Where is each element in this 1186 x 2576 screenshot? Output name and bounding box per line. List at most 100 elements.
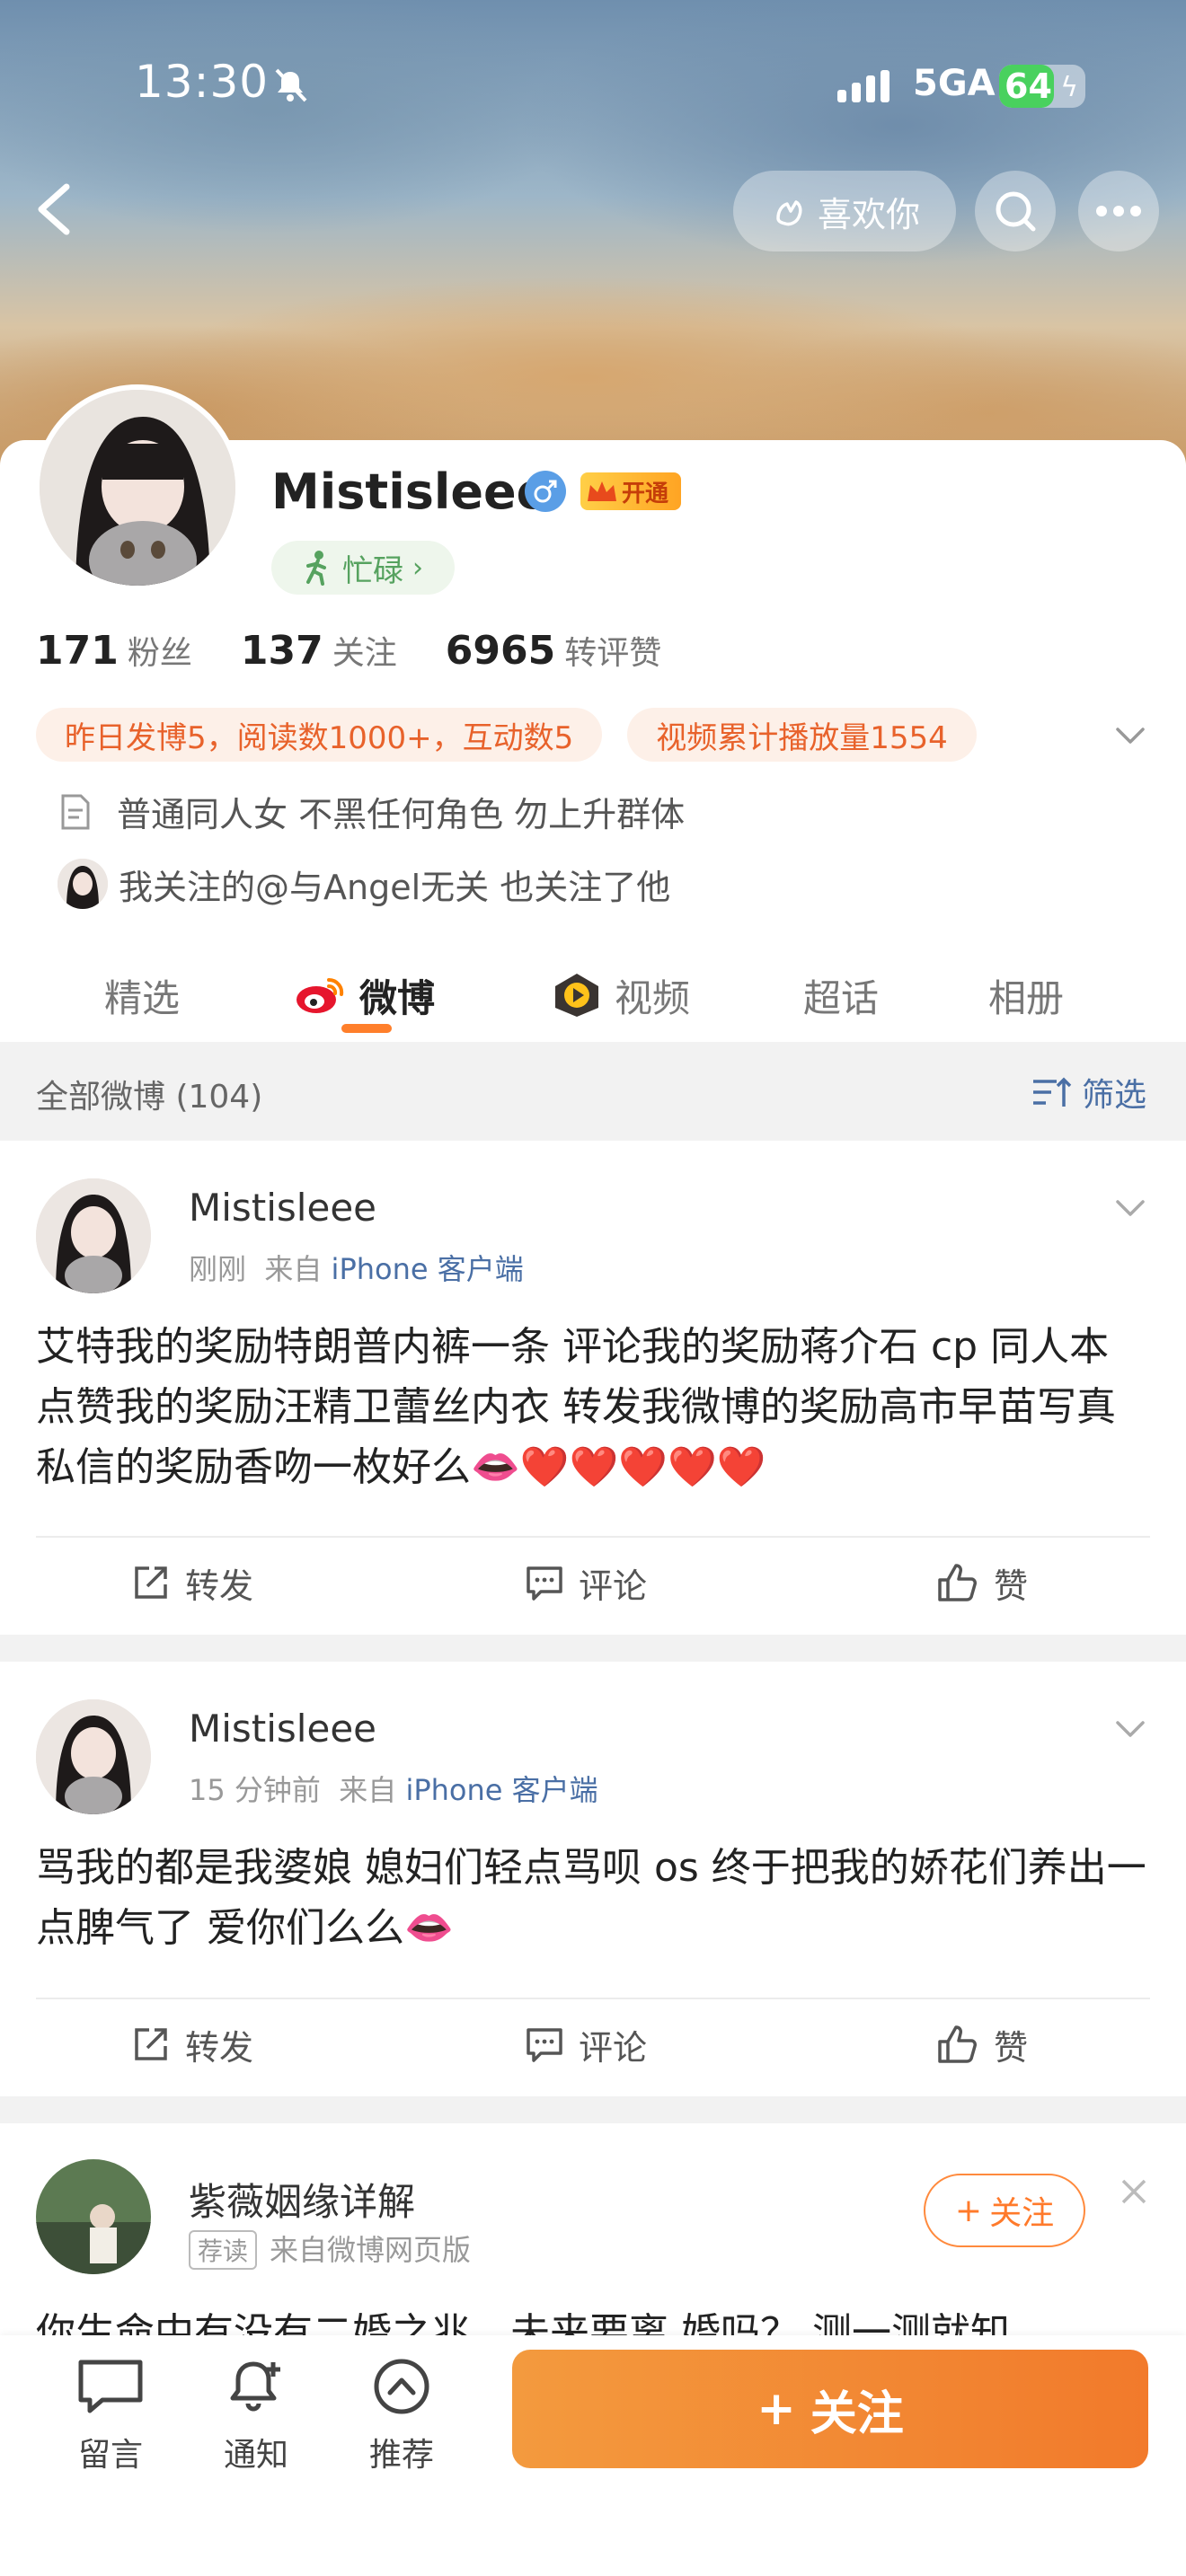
recommended-badge: 荐读 — [189, 2230, 258, 2270]
post-author-name[interactable]: Mistisleee — [189, 1186, 376, 1230]
stat-fans[interactable]: 171 粉丝 — [36, 627, 192, 674]
comment-button[interactable]: 评论 — [525, 1999, 647, 2089]
tab-video[interactable]: 视频 — [552, 950, 690, 1040]
chevron-down-icon[interactable] — [1112, 719, 1148, 754]
message-button[interactable]: 留言 — [52, 2357, 169, 2475]
comment-button[interactable]: 评论 — [525, 1538, 647, 1628]
repost-icon — [135, 1566, 167, 1599]
post-from: 来自 — [264, 1252, 323, 1286]
stat-number: 137 — [240, 628, 323, 674]
chevron-right-icon: › — [412, 551, 423, 584]
message-icon — [78, 2360, 143, 2413]
post-time: 刚刚 — [189, 1252, 247, 1286]
post-source[interactable]: iPhone 客户端 — [405, 1773, 597, 1807]
tab-label: 微博 — [359, 975, 436, 1020]
filter-label: 筛选 — [1081, 1077, 1146, 1114]
profile-avatar[interactable] — [34, 384, 241, 591]
more-dots-icon — [1096, 206, 1141, 216]
search-icon — [996, 191, 1036, 232]
profile-name: Mistisleee — [271, 463, 550, 520]
more-button[interactable] — [1078, 171, 1159, 251]
post-author-name[interactable]: 紫薇姻缘详解 — [189, 2172, 415, 2227]
bio-text: 普通同人女 不黑任何角色 勿上升群体 — [117, 795, 686, 834]
post-source[interactable]: iPhone 客户端 — [332, 1252, 524, 1286]
stat-interactions[interactable]: 6965 转评赞 — [446, 627, 661, 674]
post-actions: 转发 评论 赞 — [0, 1538, 1186, 1628]
repost-label: 转发 — [185, 1566, 254, 1606]
post-author-avatar[interactable] — [36, 1699, 151, 1814]
repost-icon — [135, 2028, 167, 2060]
vip-open-label: 开通 — [622, 480, 669, 507]
stat-label: 粉丝 — [127, 635, 192, 672]
bell-plus-icon — [230, 2361, 280, 2412]
tab-album[interactable]: 相册 — [988, 950, 1064, 1040]
like-button[interactable]: 赞 — [936, 1538, 1028, 1628]
notify-label: 通知 — [223, 2437, 288, 2474]
tab-label: 超话 — [803, 975, 880, 1020]
back-arrow-icon[interactable] — [27, 178, 81, 241]
mutual-follow-hint[interactable]: 我关注的@与Angel无关 也关注了他 — [58, 859, 670, 909]
activity-tag[interactable]: 昨日发博5，阅读数1000+，互动数5 — [36, 708, 603, 762]
mutual-follow-text: 我关注的@与Angel无关 也关注了他 — [119, 867, 671, 907]
post-separator — [0, 1635, 1186, 1662]
stat-following[interactable]: 137 关注 — [241, 627, 397, 674]
male-gender-icon — [525, 471, 566, 512]
stat-number: 6965 — [445, 628, 556, 674]
filter-bar: 全部微博 (104) 筛选 — [0, 1042, 1186, 1141]
status-time: 13:30 — [135, 56, 270, 108]
repost-button[interactable]: 转发 — [131, 1999, 253, 2089]
recommend-button[interactable]: 推荐 — [343, 2357, 460, 2475]
plus-icon: + — [757, 2382, 796, 2436]
follow-button[interactable]: + 关注 — [512, 2350, 1148, 2468]
chevron-down-icon[interactable] — [1112, 1191, 1148, 1227]
post-source: 来自微博网页版 — [270, 2233, 472, 2267]
like-button[interactable]: 赞 — [936, 1999, 1028, 2089]
post-author-name[interactable]: Mistisleee — [189, 1707, 376, 1751]
all-posts-count: 全部微博 (104) — [36, 1079, 263, 1116]
video-plays-tag[interactable]: 视频累计播放量1554 — [627, 708, 977, 762]
bottom-action-bar: 留言 通知 推荐 + 关注 — [0, 2335, 1186, 2576]
weibo-logo-icon — [296, 977, 344, 1013]
network-type: 5GA — [913, 63, 996, 104]
comment-label: 评论 — [579, 1566, 648, 1606]
repost-label: 转发 — [185, 2027, 254, 2068]
document-icon — [61, 794, 90, 829]
post-text[interactable]: 艾特我的奖励特朗普内裤一条 评论我的奖励蒋介石 cp 同人本 点赞我的奖励汪精卫… — [36, 1317, 1159, 1497]
repost-button[interactable]: 转发 — [131, 1538, 253, 1628]
profile-tabs: 精选 微博 视频 超话 相册 — [0, 950, 1186, 1040]
post-card[interactable]: Mistisleee 15 分钟前 来自 iPhone 客户端 骂我的都是我婆娘… — [0, 1662, 1186, 2093]
like-you-button[interactable]: 喜欢你 — [733, 171, 956, 251]
battery-percent: 64 — [1005, 66, 1052, 106]
status-bar: 13:30 5GA 64 ϟ — [0, 0, 1186, 171]
filter-button[interactable]: 筛选 — [1031, 1069, 1146, 1116]
post-meta: 15 分钟前 来自 iPhone 客户端 — [189, 1768, 598, 1809]
mutual-avatar — [58, 859, 108, 909]
like-label: 赞 — [994, 2027, 1029, 2068]
post-card[interactable]: Mistisleee 刚刚 来自 iPhone 客户端 艾特我的奖励特朗普内裤一… — [0, 1141, 1186, 1626]
message-label: 留言 — [77, 2437, 143, 2474]
tab-featured[interactable]: 精选 — [104, 950, 180, 1040]
chevron-down-icon[interactable] — [1112, 1712, 1148, 1748]
like-you-label: 喜欢你 — [817, 194, 920, 234]
follow-author-button[interactable]: + 关注 — [924, 2174, 1085, 2247]
like-label: 赞 — [994, 1566, 1029, 1606]
post-separator — [0, 2096, 1186, 2123]
filter-icon — [1032, 1077, 1072, 1107]
post-from: 来自 — [339, 1773, 397, 1807]
post-author-avatar[interactable] — [36, 1178, 151, 1293]
profile-tags: 昨日发博5，阅读数1000+，互动数5 视频累计播放量1554 — [36, 708, 977, 762]
notify-button[interactable]: 通知 — [198, 2357, 314, 2475]
post-text[interactable]: 骂我的都是我婆娘 媳妇们轻点骂呗 os 终于把我的娇花们养出一点脾气了 爱你们么… — [36, 1838, 1159, 1958]
battery-indicator: 64 ϟ — [999, 65, 1085, 108]
comment-icon — [527, 1566, 562, 1601]
post-author-avatar[interactable] — [36, 2159, 151, 2274]
tab-super-topic[interactable]: 超话 — [803, 950, 879, 1040]
profile-stats: 171 粉丝 137 关注 6965 转评赞 — [36, 627, 661, 674]
vip-open-badge[interactable]: 开通 — [580, 472, 681, 510]
tab-label: 精选 — [104, 975, 181, 1020]
comment-label: 评论 — [579, 2027, 648, 2068]
search-button[interactable] — [975, 171, 1056, 251]
busy-status-pill[interactable]: 忙碌 › — [271, 541, 455, 595]
post-actions: 转发 评论 赞 — [0, 1999, 1186, 2089]
close-icon[interactable] — [1116, 2174, 1152, 2210]
